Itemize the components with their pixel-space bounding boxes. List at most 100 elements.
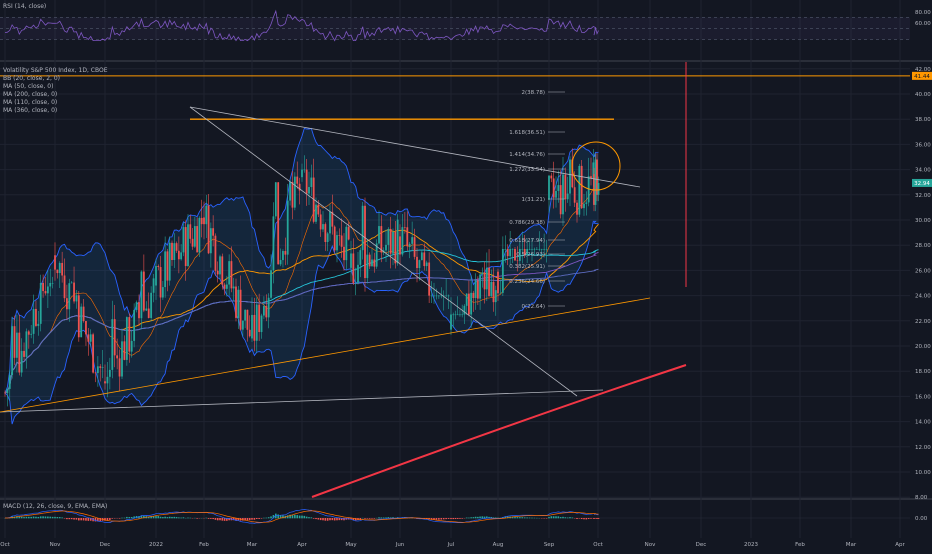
candle-body — [233, 287, 235, 289]
indicator-ma110[interactable]: MA (110, close, 0) — [3, 99, 108, 107]
candle-body — [40, 283, 42, 324]
candle-body — [448, 296, 450, 297]
candle-body — [475, 280, 477, 298]
macd-histogram-bar — [124, 518, 126, 519]
candle-body — [90, 334, 92, 341]
price-tick-label: 20.00 — [915, 344, 931, 350]
macd-histogram-bar — [461, 518, 463, 519]
candle-body — [169, 243, 171, 281]
candle-body — [308, 187, 310, 194]
macd-histogram-bar — [477, 517, 479, 518]
price-tick-label: 30.00 — [915, 218, 931, 224]
macd-histogram-bar — [256, 518, 258, 519]
candle-body — [116, 355, 118, 358]
price-tick-label: 28.00 — [915, 243, 931, 249]
candle-body — [431, 296, 433, 297]
macd-histogram-bar — [475, 517, 477, 519]
macd-histogram-bar — [583, 518, 585, 519]
candle-body — [124, 341, 126, 360]
candle-body — [421, 252, 423, 260]
candle-body — [23, 351, 25, 357]
candle-body — [461, 315, 463, 316]
candle-body — [249, 330, 251, 336]
macd-histogram-bar — [26, 517, 28, 518]
price-tick-label: 18.00 — [915, 369, 931, 375]
macd-tick-label: 0.00 — [915, 516, 928, 522]
candle-body — [538, 249, 540, 250]
time-axis-label: Apr — [895, 542, 905, 548]
candle-body — [176, 243, 178, 251]
macd-histogram-bar — [443, 518, 445, 519]
rsi-tick-label: 80.00 — [915, 10, 931, 16]
candle-body — [477, 280, 479, 298]
candle-body — [543, 249, 545, 250]
macd-histogram-bar — [579, 518, 581, 519]
candle-body — [585, 202, 587, 204]
macd-histogram-bar — [155, 516, 157, 518]
indicator-bb[interactable]: BB (20, close, 2, 0) — [3, 75, 108, 83]
candle-body — [92, 334, 94, 372]
candle-body — [531, 249, 533, 250]
macd-histogram-bar — [45, 516, 47, 518]
candle-body — [240, 290, 242, 330]
candle-body — [237, 290, 239, 318]
candle-body — [355, 283, 357, 284]
macd-histogram-bar — [88, 518, 90, 521]
macd-histogram-bar — [438, 518, 440, 520]
candle-body — [373, 260, 375, 267]
candle-body — [338, 235, 340, 236]
macd-histogram-bar — [265, 518, 267, 519]
macd-histogram-bar — [187, 518, 189, 519]
time-axis-label: Mar — [846, 542, 857, 548]
price-tick-label: 32.00 — [915, 193, 931, 199]
macd-histogram-bar — [171, 517, 173, 518]
main-title: Volatility S&P 500 Index, 1D, CBOE — [3, 67, 108, 75]
candle-body — [201, 218, 203, 224]
macd-histogram-bar — [294, 515, 296, 518]
candle-body — [411, 237, 413, 244]
candle-body — [445, 296, 447, 297]
candle-body — [488, 268, 490, 296]
candle-body — [284, 251, 286, 255]
price-tick-label: 38.00 — [915, 117, 931, 123]
macd-histogram-bar — [457, 518, 459, 519]
indicator-ma360[interactable]: MA (360, close, 0) — [3, 107, 108, 115]
candle-body — [486, 268, 488, 290]
macd-histogram-bar — [459, 518, 461, 519]
indicator-ma50[interactable]: MA (50, close, 0) — [3, 83, 108, 91]
macd-histogram-bar — [210, 518, 212, 519]
macd-histogram-bar — [473, 517, 475, 518]
candle-body — [87, 334, 89, 341]
macd-histogram-bar — [73, 518, 75, 520]
rsi-tick-label: 60.00 — [915, 21, 931, 27]
candle-body — [529, 249, 531, 250]
candle-body — [18, 333, 20, 373]
macd-histogram-bar — [484, 517, 486, 519]
macd-histogram-bar — [562, 517, 564, 518]
main-legend: Volatility S&P 500 Index, 1D, CBOE BB (2… — [3, 67, 108, 115]
candle-body — [9, 375, 11, 389]
macd-histogram-bar — [334, 518, 336, 520]
macd-histogram-bar — [33, 517, 35, 519]
candle-body — [61, 263, 63, 276]
candle-body — [203, 217, 205, 224]
candle-body — [42, 283, 44, 291]
rsi-legend: RSI (14, close) — [3, 3, 46, 11]
fib-label: 0.5(26.93) — [516, 252, 545, 258]
candle-body — [507, 249, 509, 256]
candle-body — [341, 236, 343, 247]
time-axis-label: Jul — [447, 542, 455, 548]
macd-histogram-bar — [221, 518, 223, 521]
chart-svg[interactable]: 42.0040.0038.0036.0034.0032.0030.0028.00… — [0, 0, 932, 550]
orange-price-badge: 41.44 — [914, 74, 930, 80]
indicator-ma200[interactable]: MA (200, close, 0) — [3, 91, 108, 99]
candle-body — [208, 206, 210, 254]
candle-body — [235, 287, 237, 318]
candle-body — [228, 261, 230, 284]
price-tick-label: 36.00 — [915, 142, 931, 148]
macd-histogram-bar — [572, 517, 574, 518]
candle-body — [205, 206, 207, 224]
candle-body — [247, 310, 249, 330]
candle-body — [481, 272, 483, 274]
macd-histogram-bar — [313, 518, 315, 519]
